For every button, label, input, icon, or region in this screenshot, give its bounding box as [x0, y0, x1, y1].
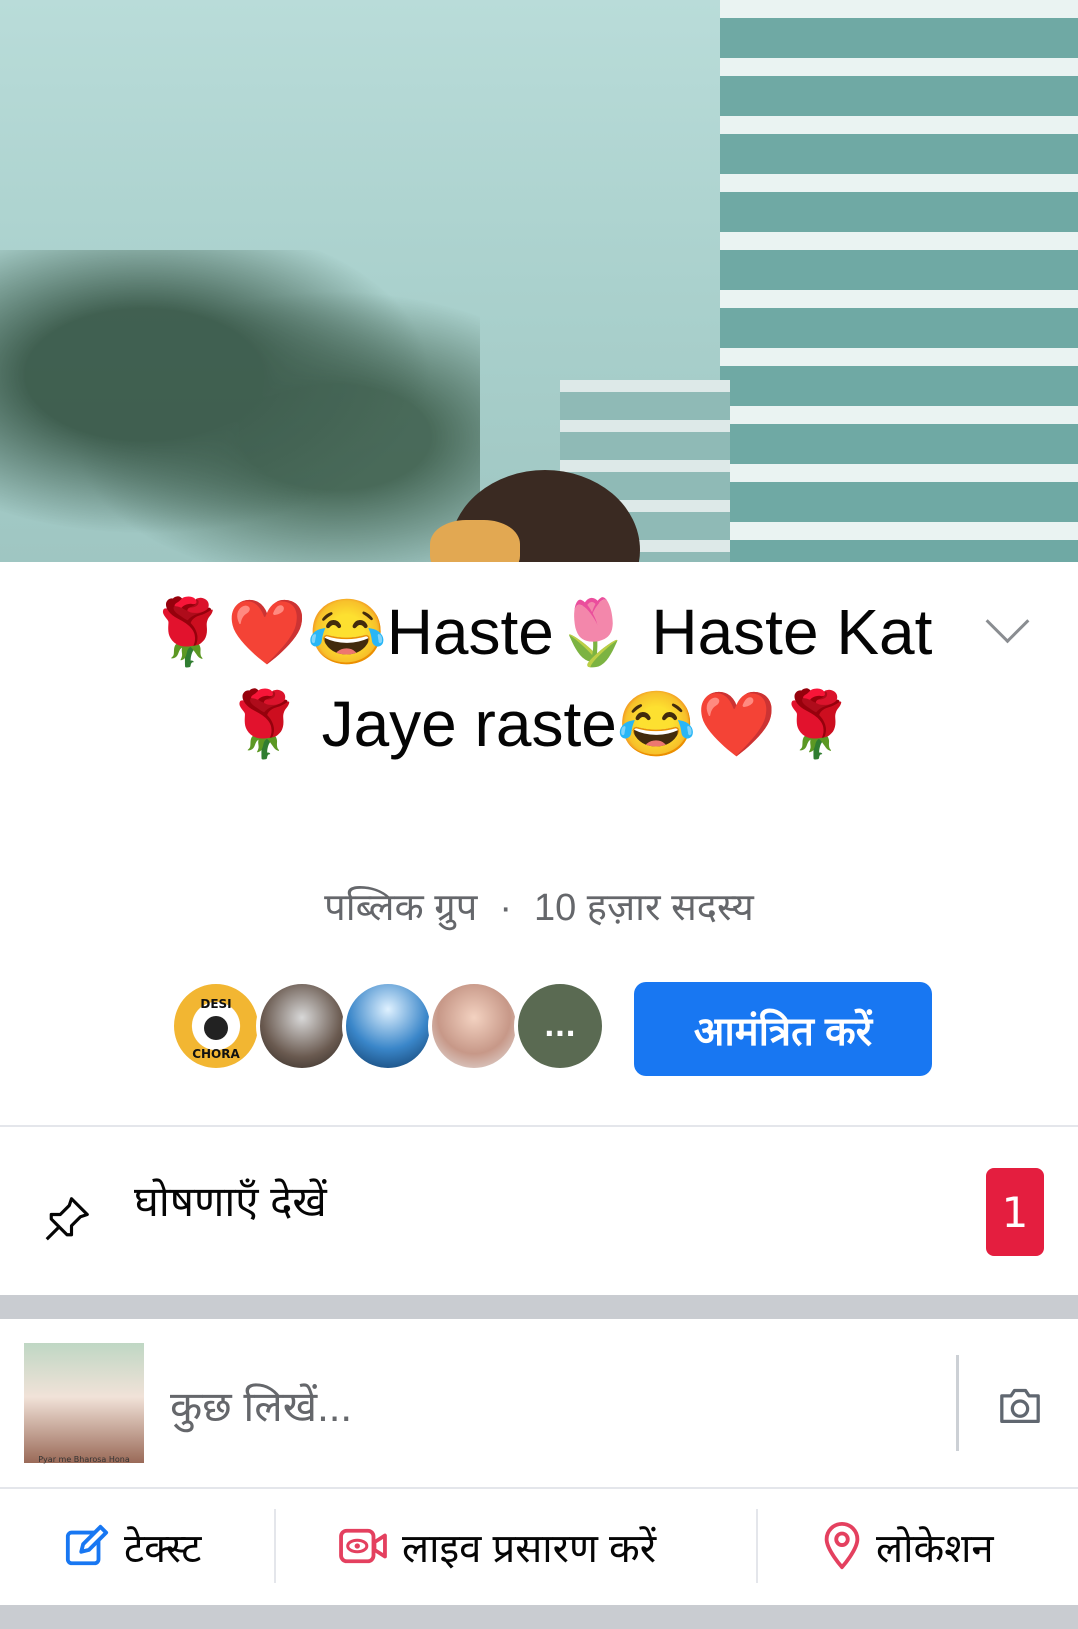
group-cover-photo[interactable]: [0, 0, 1078, 562]
section-separator: [0, 1605, 1078, 1629]
group-member-count: 10 हज़ार सदस्य: [533, 887, 754, 929]
location-pin-icon: [824, 1522, 860, 1570]
composer-divider: [956, 1355, 959, 1451]
group-meta: पब्लिक ग्रुप · 10 हज़ार सदस्य: [0, 880, 1078, 932]
announcements-label: घोषणाएँ देखें: [134, 1178, 327, 1225]
composer-actions: टेक्स्ट लाइव प्रसारण करें लोकेशन: [0, 1489, 1078, 1603]
cover-palm-trees: [0, 250, 480, 562]
post-composer[interactable]: Pyar me Bharosa Hona कुछ लिखें...: [0, 1319, 1078, 1487]
section-separator: [0, 1295, 1078, 1319]
user-avatar[interactable]: [24, 1343, 144, 1463]
action-divider: [274, 1509, 276, 1583]
more-members-button[interactable]: ...: [514, 980, 606, 1072]
action-divider: [756, 1509, 758, 1583]
svg-text:DESI: DESI: [200, 997, 231, 1011]
meta-separator-dot: ·: [499, 887, 512, 929]
member-avatar-2[interactable]: [256, 980, 348, 1072]
group-title: 🌹❤️😂Haste🌷 Haste Kat🌹 Jaye raste😂❤️🌹: [147, 596, 933, 760]
pin-icon: [45, 1197, 89, 1241]
text-post-button[interactable]: टेक्स्ट: [64, 1489, 201, 1603]
location-label: लोकेशन: [876, 1526, 994, 1571]
camera-icon[interactable]: [998, 1385, 1042, 1425]
live-video-label: लाइव प्रसारण करें: [402, 1526, 657, 1571]
member-avatar-4[interactable]: [428, 980, 520, 1072]
member-avatar-3[interactable]: [342, 980, 434, 1072]
member-avatar-1[interactable]: DESI CHORA: [170, 980, 262, 1072]
member-avatars[interactable]: DESI CHORA ...: [170, 980, 610, 1076]
location-button[interactable]: लोकेशन: [822, 1489, 994, 1603]
live-video-icon: [339, 1528, 387, 1564]
desi-chora-logo: DESI CHORA: [192, 997, 240, 1061]
announcements-count-badge: 1: [986, 1168, 1044, 1256]
user-avatar-caption: Pyar me Bharosa Hona: [38, 1455, 130, 1464]
group-privacy: पब्लिक ग्रुप: [324, 887, 478, 929]
svg-text:CHORA: CHORA: [192, 1047, 240, 1061]
invite-button[interactable]: आमंत्रित करें: [634, 982, 932, 1076]
composer-input[interactable]: कुछ लिखें...: [170, 1377, 352, 1434]
live-video-button[interactable]: लाइव प्रसारण करें: [338, 1489, 656, 1603]
chevron-down-icon[interactable]: [985, 599, 1030, 644]
text-post-label: टेक्स्ट: [124, 1526, 202, 1571]
cover-building: [720, 0, 1078, 562]
announcements-row[interactable]: घोषणाएँ देखें 1: [0, 1127, 1078, 1295]
more-members-label: ...: [544, 1009, 576, 1043]
cover-person-scarf: [430, 520, 520, 562]
edit-icon: [65, 1524, 109, 1566]
